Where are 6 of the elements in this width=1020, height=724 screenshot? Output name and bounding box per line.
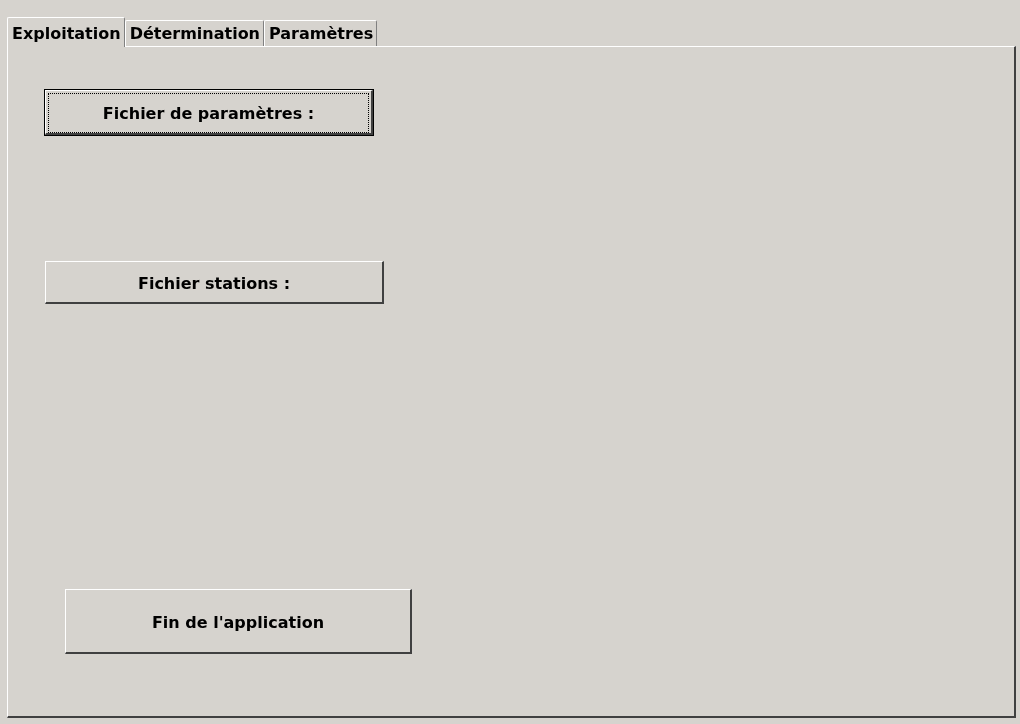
tab[interactable]: Exploitation: [7, 17, 125, 47]
tab[interactable]: Détermination: [124, 20, 264, 46]
tab[interactable]: Paramètres: [264, 20, 378, 46]
action-button[interactable]: Fichier stations :: [45, 261, 384, 304]
action-button[interactable]: Fichier de paramètres :: [45, 90, 373, 135]
action-button[interactable]: Fin de l'application: [65, 589, 412, 654]
